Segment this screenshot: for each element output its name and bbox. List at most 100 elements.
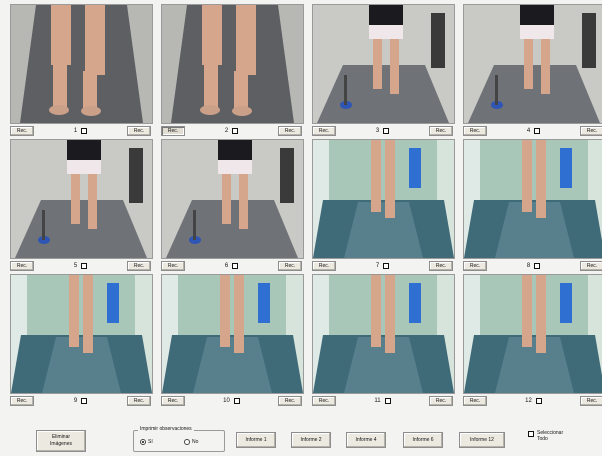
frame-select-checkbox[interactable] — [81, 128, 88, 134]
eliminar-imagenes-button[interactable]: Eliminar Imágenes — [36, 430, 86, 452]
rec-left-label: Rec. — [16, 128, 28, 134]
frame-number-box: 7 — [376, 263, 390, 269]
frame-controls: Rec. 5 Rec. — [10, 260, 151, 272]
rec-left-label: Rec. — [318, 263, 330, 269]
rec-left-label: Rec. — [16, 398, 28, 404]
frame-cell: Rec. 9 Rec. — [6, 274, 153, 409]
frame-thumbnail[interactable] — [312, 4, 455, 124]
frame-thumbnail[interactable] — [161, 139, 304, 259]
informe-4-button[interactable]: Informe 4 — [346, 432, 386, 448]
rec-right-button[interactable]: Rec. — [127, 126, 151, 136]
frame-number: 1 — [73, 128, 78, 134]
rec-right-button[interactable]: Rec. — [580, 261, 602, 271]
rec-left-button[interactable]: Rec. — [10, 126, 34, 136]
informe-6-button[interactable]: Informe 6 — [403, 432, 443, 448]
frame-cell: Rec. 4 Rec. — [459, 4, 602, 139]
rec-left-button[interactable]: Rec. — [161, 261, 185, 271]
frame-number-box: 11 — [374, 398, 391, 404]
frame-select-checkbox[interactable] — [534, 128, 541, 134]
frame-controls: Rec. 10 Rec. — [161, 395, 302, 407]
frame-thumbnail[interactable] — [161, 4, 304, 124]
frame-select-checkbox[interactable] — [81, 398, 88, 404]
frame-number-box: 8 — [527, 263, 541, 269]
frame-select-checkbox[interactable] — [81, 263, 88, 269]
frame-thumbnail[interactable] — [10, 139, 153, 259]
rec-right-button[interactable]: Rec. — [428, 396, 453, 406]
rec-right-button[interactable]: Rec. — [429, 126, 453, 136]
frame-controls: Rec. 9 Rec. — [10, 395, 151, 407]
seleccionar-todo-checkbox[interactable] — [528, 431, 534, 437]
frame-select-checkbox[interactable] — [384, 398, 391, 404]
frame-number-box: 4 — [526, 128, 541, 134]
rec-right-button[interactable]: Rec. — [127, 396, 151, 406]
frame-select-checkbox[interactable] — [232, 263, 239, 269]
rec-left-button[interactable]: Rec. — [463, 396, 487, 406]
frame-thumbnail[interactable] — [463, 274, 602, 394]
frame-number-box: 9 — [74, 398, 88, 404]
rec-left-button[interactable]: Rec. — [161, 396, 185, 406]
frame-number: 4 — [526, 128, 531, 134]
rec-left-button[interactable]: Rec. — [312, 396, 336, 406]
imprimir-observaciones-group: Imprimir observaciones Sí No — [133, 426, 225, 452]
rec-left-button[interactable]: Rec. — [312, 261, 336, 271]
radio-si[interactable]: Sí — [140, 439, 153, 445]
frame-controls: Rec. 8 Rec. — [463, 260, 602, 272]
frame-number: 2 — [224, 128, 229, 134]
rec-left-button[interactable]: Rec. — [161, 126, 185, 136]
rec-left-button[interactable]: Rec. — [312, 126, 336, 136]
radio-si-indicator[interactable] — [140, 439, 146, 445]
rec-right-label: Rec. — [133, 128, 145, 134]
frame-number: 10 — [223, 398, 230, 404]
rec-right-button[interactable]: Rec. — [278, 396, 302, 406]
informe-12-label: Informe 12 — [470, 437, 494, 443]
rec-left-button[interactable]: Rec. — [463, 126, 487, 136]
frame-controls: Rec. 6 Rec. — [161, 260, 302, 272]
frame-thumbnail[interactable] — [463, 4, 602, 124]
rec-right-button[interactable]: Rec. — [429, 261, 453, 271]
frame-thumbnail[interactable] — [10, 274, 153, 394]
rec-right-button[interactable]: Rec. — [278, 126, 302, 136]
rec-left-button[interactable]: Rec. — [10, 261, 34, 271]
frame-select-checkbox[interactable] — [534, 263, 541, 269]
frame-select-checkbox[interactable] — [383, 128, 390, 134]
rec-right-button[interactable]: Rec. — [127, 261, 151, 271]
frame-cell: Rec. 8 Rec. — [459, 139, 602, 274]
frame-select-checkbox[interactable] — [383, 263, 390, 269]
radio-no-indicator[interactable] — [184, 439, 190, 445]
frame-controls: Rec. 4 Rec. — [463, 125, 602, 137]
frame-cell: Rec. 11 Rec. — [308, 274, 455, 409]
radio-no[interactable]: No — [184, 439, 198, 445]
rec-right-label: Rec. — [435, 128, 447, 134]
radio-no-label: No — [192, 439, 199, 445]
informe-12-button[interactable]: Informe 12 — [459, 432, 505, 448]
seleccionar-label-2: Todo — [537, 436, 548, 442]
frame-thumbnail[interactable] — [463, 139, 602, 259]
group-title: Imprimir observaciones — [138, 426, 194, 432]
frame-controls: Rec. 3 Rec. — [312, 125, 453, 137]
frame-thumbnail[interactable] — [161, 274, 304, 394]
informe-1-button[interactable]: Informe 1 — [236, 432, 276, 448]
rec-left-button[interactable]: Rec. — [10, 396, 34, 406]
rec-left-label: Rec. — [167, 263, 179, 269]
informe-2-label: Informe 2 — [300, 437, 322, 443]
frame-select-checkbox[interactable] — [233, 398, 240, 404]
frame-cell: Rec. 7 Rec. — [308, 139, 455, 274]
frame-thumbnail[interactable] — [312, 139, 455, 259]
rec-right-label: Rec. — [435, 398, 447, 404]
informe-2-button[interactable]: Informe 2 — [291, 432, 331, 448]
seleccionar-todo[interactable]: Seleccionar Todo — [528, 430, 563, 442]
rec-right-label: Rec. — [284, 398, 296, 404]
frame-select-checkbox[interactable] — [232, 128, 239, 134]
frame-number-box: 5 — [74, 263, 88, 269]
rec-left-button[interactable]: Rec. — [463, 261, 487, 271]
frame-cell: Rec. 5 Rec. — [6, 139, 153, 274]
rec-right-button[interactable]: Rec. — [580, 396, 602, 406]
frame-select-checkbox[interactable] — [535, 398, 542, 404]
rec-right-button[interactable]: Rec. — [580, 126, 602, 136]
frame-thumbnail[interactable] — [312, 274, 455, 394]
rec-right-button[interactable]: Rec. — [278, 261, 302, 271]
frame-number-box: 12 — [525, 398, 542, 404]
frame-controls: Rec. 11 Rec. — [312, 395, 453, 407]
frame-thumbnail[interactable] — [10, 4, 153, 124]
frame-number-box: 2 — [224, 128, 239, 134]
